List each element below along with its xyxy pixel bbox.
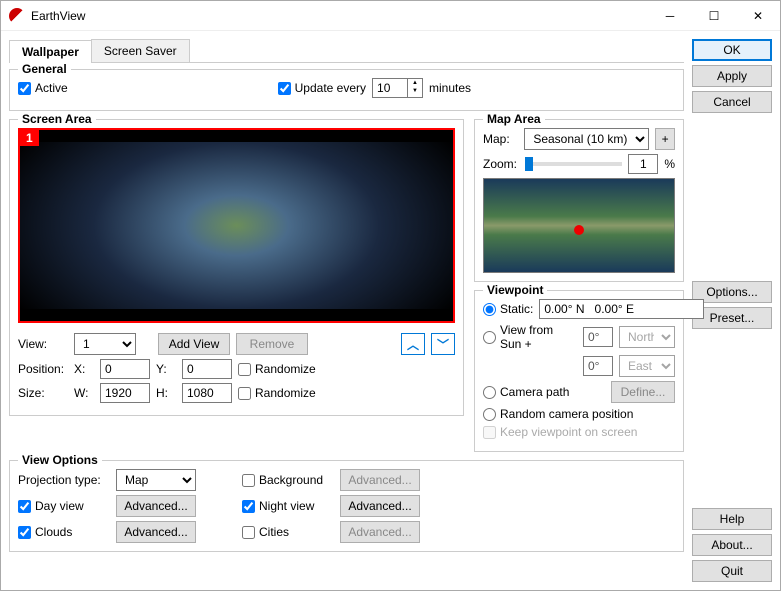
minimap[interactable] [483,178,675,273]
dayview-advanced-button[interactable]: Advanced... [116,495,196,517]
randomize-position-checkbox[interactable]: Randomize [238,362,316,376]
size-h-input[interactable] [182,383,232,403]
randomize-size-checkbox[interactable]: Randomize [238,386,316,400]
group-general: General Active Update every ▲▼ [9,69,684,111]
minimap-marker [574,225,584,235]
quit-button[interactable]: Quit [692,560,772,582]
viewpoint-legend: Viewpoint [483,283,547,297]
map-select[interactable]: Seasonal (10 km) [524,128,649,150]
screen-area-legend: Screen Area [18,112,96,126]
group-viewpoint: Viewpoint Static: View from Sun + [474,290,684,452]
sun-lon-input [583,356,613,376]
move-down-button[interactable]: ﹀ [431,333,455,355]
close-button[interactable]: ✕ [736,1,780,31]
ok-button[interactable]: OK [692,39,772,61]
projection-select[interactable]: Map [116,469,196,491]
dayview-checkbox[interactable]: Day view [18,499,108,513]
cities-advanced-button[interactable]: Advanced... [340,521,420,543]
position-x-input[interactable] [100,359,150,379]
cancel-button[interactable]: Cancel [692,91,772,113]
size-w-input[interactable] [100,383,150,403]
view-select[interactable]: 1 [74,333,136,355]
cities-checkbox[interactable]: Cities [242,525,332,539]
add-view-button[interactable]: Add View [158,333,230,355]
static-radio[interactable]: Static: [483,302,533,316]
nightview-advanced-button[interactable]: Advanced... [340,495,420,517]
sun-lat-input [583,327,613,347]
general-legend: General [18,62,71,76]
sun-radio[interactable]: View from Sun + [483,323,577,351]
static-coords-input[interactable] [539,299,704,319]
zoom-slider[interactable] [525,162,622,166]
help-button[interactable]: Help [692,508,772,530]
clouds-advanced-button[interactable]: Advanced... [116,521,196,543]
group-map-area: Map Area Map: Seasonal (10 km) + Zoom: % [474,119,684,282]
apply-button[interactable]: Apply [692,65,772,87]
nightview-checkbox[interactable]: Night view [242,499,332,513]
view-options-legend: View Options [18,453,102,467]
position-y-input[interactable] [182,359,232,379]
remove-view-button[interactable]: Remove [236,333,308,355]
keep-viewpoint-checkbox[interactable]: Keep viewpoint on screen [483,425,637,439]
map-add-button[interactable]: + [655,128,675,150]
maximize-button[interactable]: ☐ [692,1,736,31]
zoom-input[interactable] [628,154,658,174]
sun-lon-dir: East [619,355,675,377]
clouds-checkbox[interactable]: Clouds [18,525,108,539]
define-button[interactable]: Define... [611,381,675,403]
camera-path-radio[interactable]: Camera path [483,385,569,399]
window-title: EarthView [31,9,648,23]
map-area-legend: Map Area [483,112,545,126]
about-button[interactable]: About... [692,534,772,556]
monitor-indicator: 1 [20,130,39,146]
group-view-options: View Options Projection type: Map Backgr… [9,460,684,552]
group-screen-area: Screen Area 1 View: 1 Add View Remove [9,119,464,416]
update-every-checkbox[interactable]: Update every [278,81,366,95]
update-interval-spinner[interactable]: ▲▼ [372,78,423,98]
tab-screensaver[interactable]: Screen Saver [91,39,190,62]
background-checkbox[interactable]: Background [242,473,332,487]
minimize-button[interactable]: ─ [648,1,692,31]
screen-preview[interactable]: 1 [18,128,455,323]
active-checkbox[interactable]: Active [18,81,68,95]
tab-wallpaper[interactable]: Wallpaper [9,40,92,63]
background-advanced-button[interactable]: Advanced... [340,469,420,491]
random-radio[interactable]: Random camera position [483,407,633,421]
move-up-button[interactable]: ︿ [401,333,425,355]
app-icon [9,8,25,24]
sun-lat-dir: North [619,326,675,348]
